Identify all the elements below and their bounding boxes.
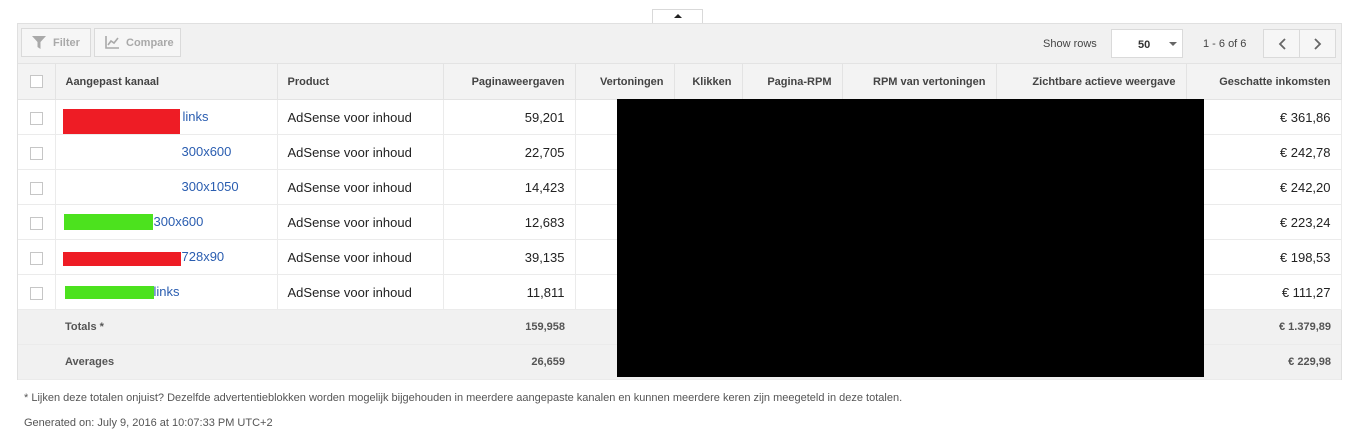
earnings-cell: € 111,27 [1186,274,1342,310]
row-checkbox-cell [18,239,56,275]
column-header-pageviews[interactable]: Paginaweergaven [443,64,576,100]
pageviews-cell: 14,423 [443,169,576,205]
collapse-panel-tab[interactable] [652,9,703,23]
filter-label: Filter [53,36,80,49]
totals-earnings: € 1.379,89 [1186,309,1341,345]
chevron-down-icon [1169,42,1177,46]
averages-label: Averages [55,344,443,380]
filter-icon [32,36,46,49]
column-header-earnings[interactable]: Geschatte inkomsten [1186,64,1342,100]
column-header-product[interactable]: Product [277,64,444,100]
averages-pageviews: 26,659 [443,344,575,380]
table-header-row: Aangepast kanaal Product Paginaweergaven… [18,64,1342,100]
earnings-cell: € 242,78 [1186,134,1342,170]
select-all-header [18,64,56,100]
report-panel: Filter Compare Show rows 50 1 - 6 of 6 A [17,23,1342,380]
column-header-page-rpm[interactable]: Pagina-RPM [742,64,843,100]
column-header-impressions[interactable]: Vertoningen [575,64,675,100]
product-cell: AdSense voor inhoud [277,169,444,205]
previous-page-button[interactable] [1263,29,1300,58]
pagination-range: 1 - 6 of 6 [1203,38,1247,50]
totals-pageviews: 159,958 [443,309,575,345]
redaction-green [63,214,153,230]
channel-link[interactable]: 300x600 [182,144,232,159]
row-checkbox[interactable] [29,111,43,125]
row-checkbox[interactable] [29,146,43,160]
pageviews-cell: 59,201 [443,99,576,135]
select-all-checkbox[interactable] [29,75,43,88]
totals-label: Totals * [55,309,443,345]
earnings-cell: € 361,86 [1186,99,1342,135]
column-header-impression-rpm[interactable]: RPM van vertoningen [842,64,997,100]
redaction-black-block [617,99,1204,377]
row-checkbox-cell [18,204,56,240]
next-page-button[interactable] [1299,29,1336,58]
channel-cell: 300x600 [55,134,278,170]
report-toolbar: Filter Compare Show rows 50 1 - 6 of 6 [18,24,1341,64]
earnings-cell: € 242,20 [1186,169,1342,205]
column-header-clicks[interactable]: Klikken [674,64,743,100]
rows-per-page-value: 50 [1138,39,1151,51]
filter-button[interactable]: Filter [21,28,91,57]
product-cell: AdSense voor inhoud [277,274,444,310]
chevron-left-icon [1278,37,1286,50]
totals-footnote: * Lijken deze totalen onjuist? Dezelfde … [24,392,903,404]
caret-up-icon [674,14,682,18]
channel-link[interactable]: 728x90 [182,249,225,264]
channel-cell: links [55,99,278,135]
compare-label: Compare [126,36,174,49]
product-cell: AdSense voor inhoud [277,134,444,170]
line-chart-icon [105,36,119,49]
redaction-green [64,286,154,299]
channel-cell: 300x600 [55,204,278,240]
product-cell: AdSense voor inhoud [277,204,444,240]
pageviews-cell: 39,135 [443,239,576,275]
earnings-cell: € 198,53 [1186,239,1342,275]
earnings-cell: € 223,24 [1186,204,1342,240]
pageviews-cell: 22,705 [443,134,576,170]
row-checkbox[interactable] [29,181,43,195]
column-header-active-view[interactable]: Zichtbare actieve weergave [996,64,1187,100]
channel-link[interactable]: links [183,109,209,124]
row-checkbox-cell [18,134,56,170]
product-cell: AdSense voor inhoud [277,99,444,135]
rows-per-page-select[interactable]: 50 [1111,29,1183,58]
pageviews-cell: 11,811 [443,274,576,310]
row-checkbox[interactable] [29,251,43,265]
show-rows-label: Show rows [1043,38,1097,50]
channel-cell: 728x90 [55,239,278,275]
redaction-red [62,109,180,134]
channel-cell: links [55,274,278,310]
pageviews-cell: 12,683 [443,204,576,240]
column-header-channel[interactable]: Aangepast kanaal [55,64,278,100]
chevron-right-icon [1313,37,1321,50]
channel-cell: 300x1050 [55,169,278,205]
channel-link[interactable]: 300x1050 [182,179,239,194]
row-checkbox[interactable] [29,216,43,230]
channel-link[interactable]: links [154,284,180,299]
product-cell: AdSense voor inhoud [277,239,444,275]
row-checkbox[interactable] [29,286,43,300]
generated-timestamp: Generated on: July 9, 2016 at 10:07:33 P… [24,417,273,429]
compare-button[interactable]: Compare [94,28,181,57]
row-checkbox-cell [18,169,56,205]
channel-link[interactable]: 300x600 [154,214,204,229]
redaction-red [62,252,181,266]
row-checkbox-cell [18,274,56,310]
row-checkbox-cell [18,99,56,135]
averages-earnings: € 229,98 [1186,344,1341,380]
